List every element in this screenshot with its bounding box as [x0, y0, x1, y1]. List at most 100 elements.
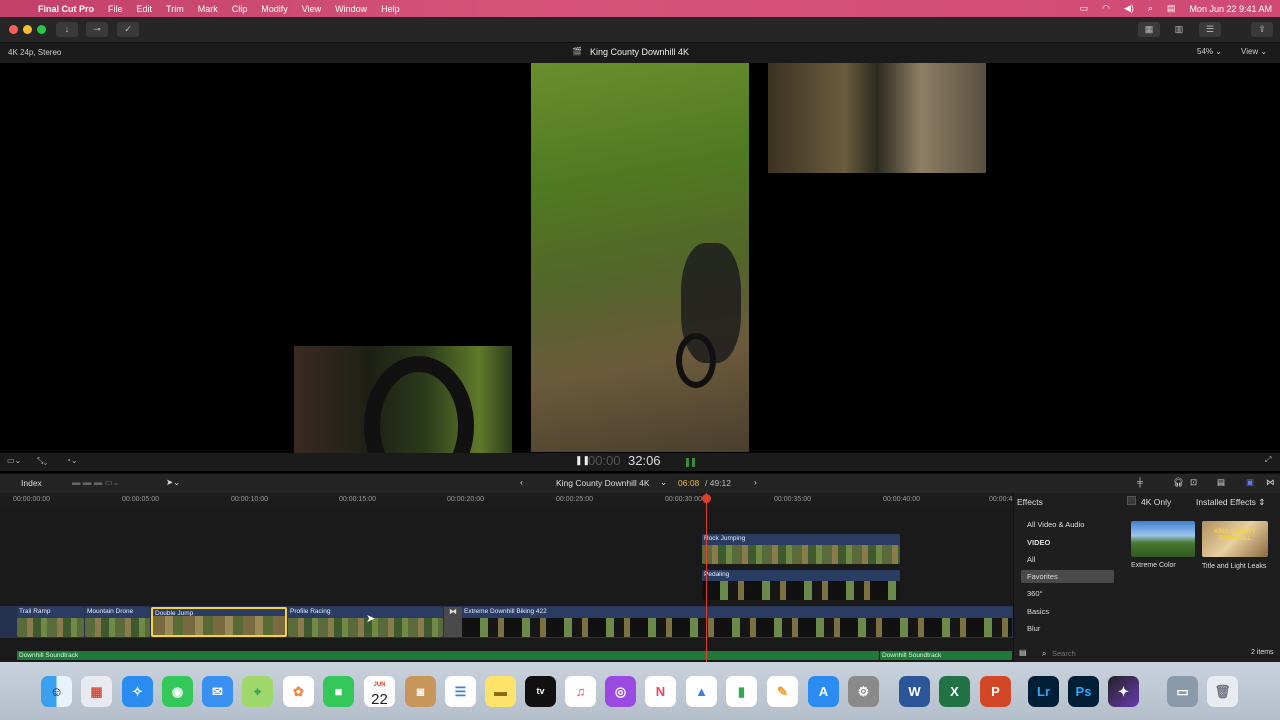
spotlight-icon[interactable]: ⌕ [1148, 3, 1153, 14]
effects-category[interactable]: Blur [1021, 622, 1114, 635]
volume-icon[interactable]: ◀) [1124, 3, 1134, 14]
lightroom-icon[interactable]: Lr [1028, 676, 1059, 707]
primary-clip[interactable]: Trail Ramp [17, 607, 84, 637]
keywords-icon[interactable]: ⊸ [86, 22, 108, 37]
audio-clip[interactable]: Downhill Soundtrack [17, 651, 879, 660]
news-icon[interactable]: N [645, 676, 676, 707]
mail-icon[interactable]: ✉ [202, 676, 233, 707]
menu-clock[interactable]: Mon Jun 22 9:41 AM [1189, 4, 1272, 14]
music-icon[interactable]: ♫ [565, 676, 596, 707]
project-title[interactable]: King County Downhill 4K [556, 478, 650, 488]
playhead[interactable] [706, 493, 707, 662]
powerpoint-icon[interactable]: P [980, 676, 1011, 707]
index-button[interactable]: Index [21, 478, 42, 488]
contacts-icon[interactable]: ◙ [405, 676, 436, 707]
sidebar-toggle-icon[interactable]: ▤ [1019, 648, 1027, 657]
trash-icon[interactable]: 🗑︎ [1207, 676, 1238, 707]
transitions-browser-icon[interactable]: ⋈ [1266, 477, 1275, 488]
menu-modify[interactable]: Modify [261, 4, 288, 14]
4k-only-checkbox[interactable] [1127, 496, 1136, 505]
speed-icon[interactable]: ◔⌄ [66, 456, 78, 465]
menu-view[interactable]: View [302, 4, 321, 14]
connected-clip[interactable]: Rock Jumping [702, 534, 900, 564]
numbers-icon[interactable]: ▮ [726, 676, 757, 707]
podcasts-icon[interactable]: ◎ [605, 676, 636, 707]
audio-clip[interactable]: Downhill Soundtrack [880, 651, 1012, 660]
back-history-icon[interactable]: ‹ [520, 477, 523, 487]
effects-browser-icon[interactable]: ▣ [1246, 477, 1254, 488]
safari-icon[interactable]: ✧ [122, 676, 153, 707]
zoom-dropdown[interactable]: 54% ⌄ [1197, 47, 1222, 56]
wifi-icon[interactable]: ◠ [1102, 3, 1110, 14]
messages-icon[interactable]: ◉ [162, 676, 193, 707]
effects-category[interactable]: All [1021, 553, 1114, 566]
facetime-icon[interactable]: ■ [323, 676, 354, 707]
skimming-icon[interactable]: ╪ [1137, 477, 1143, 487]
photoshop-icon[interactable]: Ps [1068, 676, 1099, 707]
installed-effects-dropdown[interactable]: Installed Effects ⇕ [1196, 497, 1265, 508]
timeline-toggle-icon[interactable]: ▥ [1168, 22, 1190, 37]
screen-mirroring-icon[interactable]: ▭ [1080, 3, 1089, 14]
clip-appearance-icon[interactable]: ▤ [1217, 477, 1225, 488]
reminders-icon[interactable]: ☰ [445, 676, 476, 707]
background-tasks-icon[interactable]: ✓ [117, 22, 139, 37]
finder-icon[interactable]: ☺ [41, 676, 72, 707]
launchpad-icon[interactable]: ▦ [81, 676, 112, 707]
connected-clip[interactable]: Pedaling [702, 570, 900, 600]
view-options-icon[interactable]: ▭⌄ [7, 456, 21, 465]
app-menu[interactable]: Final Cut Pro [38, 4, 94, 14]
import-icon[interactable]: ↓ [56, 22, 78, 37]
zoom-window-button[interactable] [37, 25, 46, 34]
browser-toggle-icon[interactable]: ▦ [1138, 22, 1160, 37]
timeline-tracks[interactable]: Rock Jumping Pedaling Trail Ramp Mountai… [0, 493, 1013, 662]
menu-mark[interactable]: Mark [198, 4, 218, 14]
photos-icon[interactable]: ✿ [283, 676, 314, 707]
effects-category[interactable]: Basics [1021, 605, 1114, 618]
primary-clip-selected[interactable]: Double Jump [151, 607, 287, 637]
select-tool-icon[interactable]: ➤⌄ [166, 477, 180, 488]
appletv-icon[interactable]: tv [525, 676, 556, 707]
effect-thumb-extreme-color[interactable] [1131, 521, 1195, 557]
effects-category-selected[interactable]: Favorites [1021, 570, 1114, 583]
keynote-icon[interactable]: ▲ [686, 676, 717, 707]
excel-icon[interactable]: X [939, 676, 970, 707]
effects-search-input[interactable] [1052, 647, 1152, 659]
menu-file[interactable]: File [108, 4, 123, 14]
maps-icon[interactable]: ⌖ [242, 676, 273, 707]
snapping-icon[interactable]: ⊡ [1190, 477, 1197, 488]
effects-category[interactable]: 360° [1021, 587, 1114, 600]
menu-edit[interactable]: Edit [137, 4, 153, 14]
close-window-button[interactable] [9, 25, 18, 34]
pages-icon[interactable]: ✎ [767, 676, 798, 707]
transform-icon[interactable]: ⤡⌄ [37, 456, 47, 466]
fullscreen-icon[interactable]: ⤢ [1265, 455, 1271, 465]
system-preferences-icon[interactable]: ⚙ [848, 676, 879, 707]
menu-help[interactable]: Help [381, 4, 400, 14]
effect-thumb-title-light-leaks[interactable]: KING COUNTY DOWNHILL [1202, 521, 1268, 557]
edit-buttons-icon[interactable]: ▬ ▬ ▬ ▭⌄ [72, 477, 120, 488]
menu-trim[interactable]: Trim [166, 4, 184, 14]
minimize-window-button[interactable] [23, 25, 32, 34]
primary-clip[interactable]: Extreme Downhill Biking 422 [462, 607, 1012, 637]
image-capture-icon[interactable]: ▭ [1167, 676, 1198, 707]
inspector-toggle-icon[interactable]: ☰ [1199, 22, 1221, 37]
final-cut-pro-icon[interactable]: ✦ [1108, 676, 1139, 707]
timecode-display[interactable]: 32:06 [628, 453, 661, 468]
playhead-handle[interactable] [702, 494, 711, 503]
forward-history-icon[interactable]: › [754, 477, 757, 487]
menu-window[interactable]: Window [335, 4, 367, 14]
effects-category[interactable]: All Video & Audio [1021, 518, 1114, 531]
share-icon[interactable]: ⇪ [1251, 22, 1273, 37]
word-icon[interactable]: W [899, 676, 930, 707]
primary-clip[interactable]: Mountain Drone [85, 607, 150, 637]
app-store-icon[interactable]: A [808, 676, 839, 707]
project-chevron-icon[interactable]: ⌄ [660, 477, 667, 488]
notes-icon[interactable]: ▬ [485, 676, 516, 707]
menu-clip[interactable]: Clip [232, 4, 248, 14]
calendar-icon[interactable]: JUN 22 [364, 676, 395, 708]
control-center-icon[interactable]: ▤ [1167, 3, 1176, 14]
viewer-canvas[interactable] [0, 63, 1280, 453]
view-dropdown[interactable]: View ⌄ [1241, 47, 1267, 56]
headphones-icon[interactable]: 🎧︎ [1173, 477, 1184, 488]
timeline-ruler[interactable]: 00:00:00:00 00:00:05:00 00:00:10:00 00:0… [0, 493, 1013, 507]
